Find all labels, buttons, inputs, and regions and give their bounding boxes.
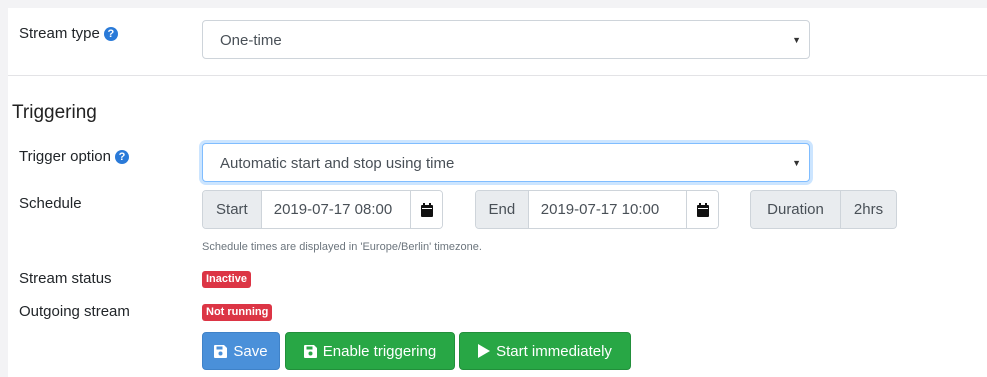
help-icon[interactable]: ? <box>103 27 118 41</box>
enable-triggering-button[interactable]: Enable triggering <box>285 332 455 370</box>
chevron-down-icon: ▼ <box>792 35 801 45</box>
end-addon: End <box>476 191 528 228</box>
duration-value: 2hrs <box>840 191 896 228</box>
stream-type-label-text: Stream type <box>19 25 100 42</box>
stream-type-value: One-time <box>220 32 282 49</box>
stream-status-badge: Inactive <box>202 271 251 288</box>
trigger-option-label: Trigger option? <box>19 148 129 165</box>
duration-group: Duration 2hrs <box>750 190 897 229</box>
stream-status-label: Stream status <box>19 270 112 287</box>
trigger-option-label-text: Trigger option <box>19 148 111 165</box>
chevron-down-icon: ▼ <box>792 158 801 168</box>
end-datetime-input[interactable]: 2019-07-17 10:00 <box>527 191 686 228</box>
start-immediately-label: Start immediately <box>496 342 612 360</box>
outgoing-stream-badge: Not running <box>202 304 273 321</box>
start-addon: Start <box>203 191 261 228</box>
start-datetime-group: Start 2019-07-17 08:00 <box>202 190 443 229</box>
help-icon[interactable]: ? <box>115 150 129 164</box>
trigger-option-select[interactable]: Automatic start and stop using time ▼ <box>202 143 810 182</box>
start-immediately-button[interactable]: Start immediately <box>459 332 631 370</box>
play-icon <box>478 344 491 358</box>
end-datetime-group: End 2019-07-17 10:00 <box>475 190 719 229</box>
stream-type-select[interactable]: One-time ▼ <box>202 20 810 59</box>
schedule-label: Schedule <box>19 195 82 212</box>
outgoing-stream-label: Outgoing stream <box>19 303 130 320</box>
triggering-heading: Triggering <box>12 102 97 123</box>
start-datetime-input[interactable]: 2019-07-17 08:00 <box>260 191 410 228</box>
section-divider <box>8 75 987 76</box>
duration-addon: Duration <box>751 191 840 228</box>
stream-type-label: Stream type? <box>19 25 118 42</box>
calendar-icon[interactable] <box>410 191 442 228</box>
schedule-timezone-hint: Schedule times are displayed in 'Europe/… <box>202 241 482 253</box>
trigger-option-value: Automatic start and stop using time <box>220 155 455 172</box>
floppy-disk-icon <box>303 344 317 358</box>
floppy-disk-icon <box>214 344 228 358</box>
save-button-label: Save <box>233 342 268 360</box>
save-button[interactable]: Save <box>202 332 280 370</box>
calendar-icon[interactable] <box>686 191 718 228</box>
enable-triggering-label: Enable triggering <box>322 342 437 360</box>
